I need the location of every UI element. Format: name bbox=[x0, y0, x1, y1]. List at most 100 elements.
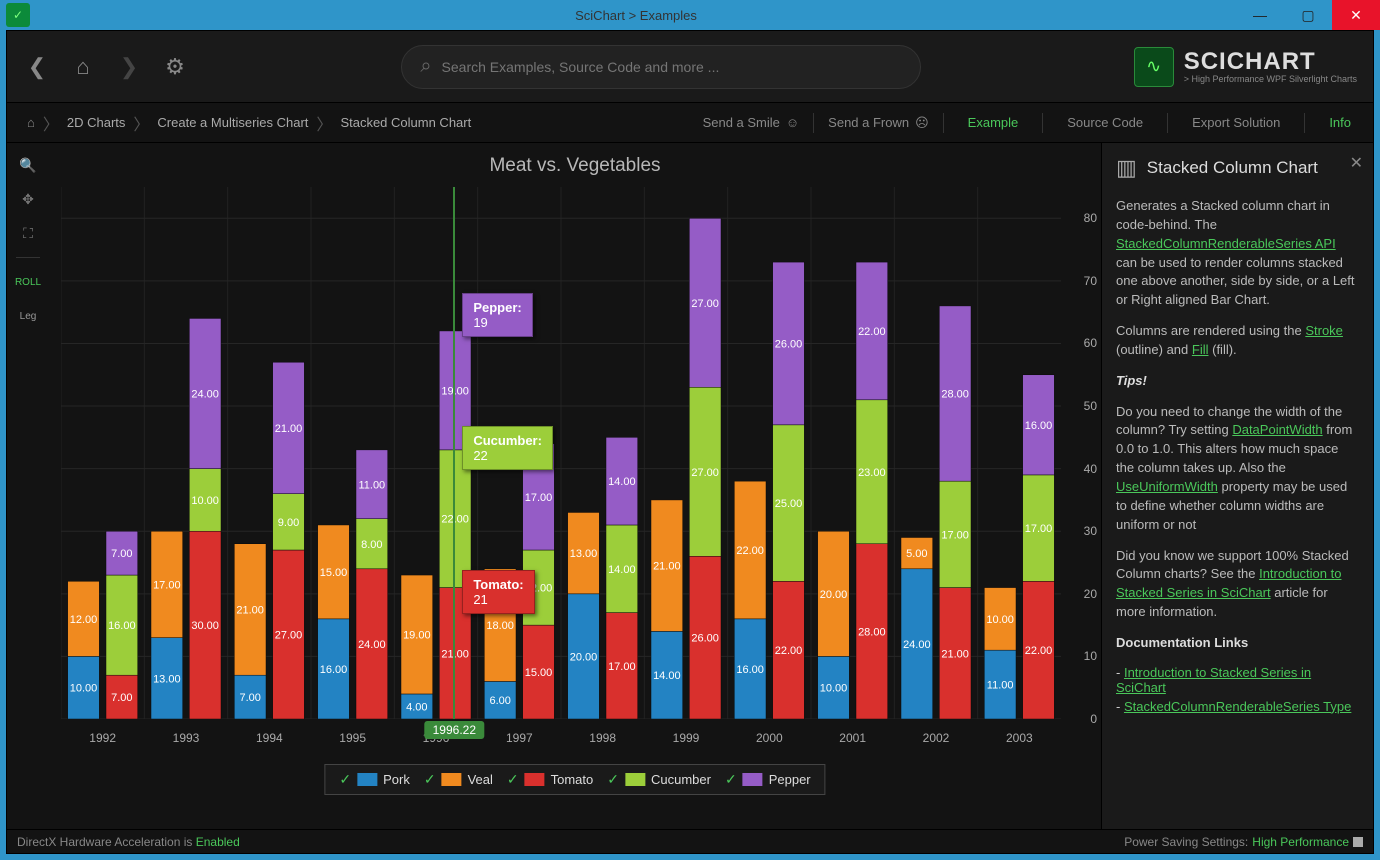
legend-swatch bbox=[743, 773, 763, 786]
forward-button[interactable]: ❯ bbox=[115, 53, 143, 81]
svg-text:17.00: 17.00 bbox=[608, 661, 636, 673]
status-left: DirectX Hardware Acceleration is Enabled bbox=[17, 835, 240, 849]
settings-button[interactable]: ⚙ bbox=[161, 53, 189, 81]
legend-item[interactable]: ✓Pork bbox=[339, 771, 409, 788]
doc-link-row: - StackedColumnRenderableSeries Type bbox=[1116, 699, 1359, 714]
send-frown-button[interactable]: Send a Frown☹ bbox=[828, 115, 929, 131]
svg-text:14.00: 14.00 bbox=[653, 670, 681, 682]
tab-export-solution[interactable]: Export Solution bbox=[1182, 115, 1290, 130]
legend-item[interactable]: ✓ Tomato bbox=[507, 771, 593, 788]
svg-text:30.00: 30.00 bbox=[191, 620, 219, 632]
svg-text:7.00: 7.00 bbox=[111, 548, 132, 560]
svg-text:26.00: 26.00 bbox=[775, 338, 803, 350]
stacked-column-icon: ▥ bbox=[1116, 155, 1137, 181]
datapointwidth-link[interactable]: DataPointWidth bbox=[1232, 422, 1322, 437]
legend-swatch bbox=[442, 773, 462, 786]
svg-text:21.00: 21.00 bbox=[941, 648, 969, 660]
legend-swatch bbox=[625, 773, 645, 786]
zoom-button[interactable]: 🔍 bbox=[13, 151, 43, 179]
x-tick-label: 1999 bbox=[673, 731, 700, 745]
tooltip-tomato: Tomato:21 bbox=[462, 570, 534, 614]
svg-text:17.00: 17.00 bbox=[1025, 523, 1053, 535]
doc-link-row: - Introduction to Stacked Series in SciC… bbox=[1116, 665, 1359, 695]
svg-text:15.00: 15.00 bbox=[525, 667, 553, 679]
legend-item[interactable]: ✓Pepper bbox=[725, 771, 811, 788]
tooltip-cucumber: Cucumber:22 bbox=[462, 426, 553, 470]
x-tick-label: 2003 bbox=[1006, 731, 1033, 745]
breadcrumb: ⌂ 〉 2D Charts 〉 Create a Multiseries Cha… bbox=[19, 111, 479, 135]
search-input[interactable] bbox=[442, 59, 903, 75]
legend-item[interactable]: ✓Cucumber bbox=[607, 771, 711, 788]
pan-button[interactable]: ✥ bbox=[13, 185, 43, 213]
svg-text:7.00: 7.00 bbox=[111, 692, 132, 704]
chart-toolbar: 🔍 ✥ ⛶ ROLL Leg bbox=[7, 143, 49, 829]
fill-link[interactable]: Fill bbox=[1192, 342, 1209, 357]
y-tick-label: 30 bbox=[1084, 524, 1097, 538]
svg-text:26.00: 26.00 bbox=[691, 633, 719, 645]
status-bar: DirectX Hardware Acceleration is Enabled… bbox=[7, 829, 1373, 853]
breadcrumb-item[interactable]: 2D Charts bbox=[59, 115, 134, 130]
send-smile-button[interactable]: Send a Smile☺ bbox=[703, 115, 800, 130]
tab-info[interactable]: Info bbox=[1319, 115, 1361, 130]
svg-text:22.00: 22.00 bbox=[736, 545, 764, 557]
breadcrumb-item[interactable]: Create a Multiseries Chart bbox=[149, 115, 316, 130]
breadcrumb-home-icon[interactable]: ⌂ bbox=[19, 115, 43, 130]
minimize-button[interactable]: — bbox=[1236, 0, 1284, 30]
x-tick-label: 2001 bbox=[839, 731, 866, 745]
y-tick-label: 10 bbox=[1084, 649, 1097, 663]
svg-text:8.00: 8.00 bbox=[361, 539, 382, 551]
tooltip-pepper: Pepper:19 bbox=[462, 293, 532, 337]
panel-title: Stacked Column Chart bbox=[1147, 158, 1318, 178]
y-tick-label: 20 bbox=[1084, 587, 1097, 601]
svg-text:12.00: 12.00 bbox=[70, 614, 98, 626]
frown-icon: ☹ bbox=[915, 115, 929, 131]
svg-text:14.00: 14.00 bbox=[608, 564, 636, 576]
svg-text:17.00: 17.00 bbox=[153, 579, 181, 591]
api-link[interactable]: StackedColumnRenderableSeries API bbox=[1116, 236, 1336, 251]
home-button[interactable]: ⌂ bbox=[69, 53, 97, 81]
svg-text:27.00: 27.00 bbox=[275, 630, 303, 642]
check-icon: ✓ bbox=[507, 771, 519, 788]
power-icon[interactable] bbox=[1353, 837, 1363, 847]
chart-area[interactable]: Meat vs. Vegetables 10.0012.007.0016.007… bbox=[49, 143, 1101, 829]
svg-text:10.00: 10.00 bbox=[986, 614, 1014, 626]
tips-heading: Tips! bbox=[1116, 373, 1147, 388]
extents-button[interactable]: ⛶ bbox=[13, 219, 43, 247]
svg-text:22.00: 22.00 bbox=[775, 645, 803, 657]
tab-source-code[interactable]: Source Code bbox=[1057, 115, 1153, 130]
legend-swatch bbox=[525, 773, 545, 786]
close-button[interactable]: ✕ bbox=[1332, 0, 1380, 30]
rollover-button[interactable]: ROLL bbox=[13, 268, 43, 296]
svg-text:22.00: 22.00 bbox=[858, 326, 886, 338]
docs-heading: Documentation Links bbox=[1116, 634, 1359, 653]
legend-label: Tomato bbox=[551, 772, 594, 787]
close-panel-button[interactable]: ✕ bbox=[1350, 153, 1363, 173]
chart-plot[interactable]: 10.0012.007.0016.007.0013.0017.0030.0010… bbox=[61, 187, 1061, 719]
doc-link[interactable]: StackedColumnRenderableSeries Type bbox=[1124, 699, 1351, 714]
breadcrumb-item[interactable]: Stacked Column Chart bbox=[332, 115, 479, 130]
stroke-link[interactable]: Stroke bbox=[1305, 323, 1343, 338]
svg-text:23.00: 23.00 bbox=[858, 467, 886, 479]
svg-text:22.00: 22.00 bbox=[1025, 645, 1053, 657]
legend-label: Veal bbox=[468, 772, 493, 787]
svg-text:18.00: 18.00 bbox=[486, 620, 514, 632]
search-box[interactable]: ⌕ bbox=[401, 45, 921, 89]
maximize-button[interactable]: ▢ bbox=[1284, 0, 1332, 30]
back-button[interactable]: ❮ bbox=[23, 53, 51, 81]
x-tick-label: 1998 bbox=[589, 731, 616, 745]
legend-button[interactable]: Leg bbox=[13, 302, 43, 330]
x-tick-label: 1992 bbox=[89, 731, 116, 745]
check-icon: ✓ bbox=[424, 771, 436, 788]
tab-example[interactable]: Example bbox=[958, 115, 1029, 130]
svg-text:28.00: 28.00 bbox=[858, 626, 886, 638]
x-tick-label: 1997 bbox=[506, 731, 533, 745]
panel-text: Do you need to change the width of the c… bbox=[1116, 403, 1359, 535]
legend-item[interactable]: ✓ Veal bbox=[424, 771, 493, 788]
x-tick-label: 1995 bbox=[339, 731, 366, 745]
svg-text:10.00: 10.00 bbox=[820, 683, 848, 695]
useuniformwidth-link[interactable]: UseUniformWidth bbox=[1116, 479, 1218, 494]
svg-text:21.00: 21.00 bbox=[275, 423, 303, 435]
doc-link[interactable]: Introduction to Stacked Series in SciCha… bbox=[1116, 665, 1311, 695]
legend-swatch bbox=[357, 773, 377, 786]
svg-text:21.00: 21.00 bbox=[236, 604, 264, 616]
